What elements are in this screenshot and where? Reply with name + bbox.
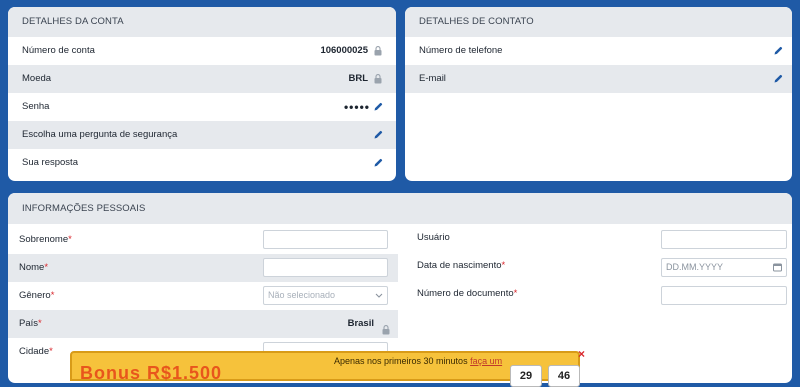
lock-icon: [372, 37, 384, 65]
lock-icon: [372, 65, 384, 93]
pencil-icon[interactable]: [772, 65, 784, 93]
city-label: Cidade: [19, 346, 50, 357]
pencil-icon[interactable]: [772, 37, 784, 65]
required-mark: *: [44, 262, 49, 273]
chevron-down-icon: [375, 287, 383, 310]
document-label: Número de documento: [417, 288, 514, 299]
promo-banner[interactable]: Bonus R$1.500 Apenas nos primeiros 30 mi…: [70, 351, 580, 387]
username-input[interactable]: [661, 230, 787, 249]
required-mark: *: [501, 260, 506, 271]
gender-select[interactable]: Não selecionado: [263, 286, 388, 305]
pencil-icon[interactable]: [372, 149, 384, 177]
account-number-label: Número de conta: [22, 45, 95, 56]
currency-row: Moeda BRL: [8, 65, 396, 93]
promo-link[interactable]: faça um: [470, 356, 502, 366]
email-row: E-mail: [405, 65, 792, 93]
phone-label: Número de telefone: [419, 45, 503, 56]
currency-value: BRL: [348, 73, 368, 84]
close-icon[interactable]: ×: [578, 347, 585, 361]
document-row: Número de documento*: [417, 280, 517, 308]
first-name-label: Nome: [19, 262, 45, 273]
gender-placeholder: Não selecionado: [268, 290, 336, 300]
birthdate-label: Data de nascimento: [417, 260, 502, 271]
required-mark: *: [38, 318, 42, 329]
country-row: País* Brasil: [8, 310, 398, 338]
pencil-icon[interactable]: [372, 93, 384, 121]
promo-headline: Bonus R$1.500: [80, 363, 223, 383]
country-value: Brasil: [347, 318, 374, 329]
password-label: Senha: [22, 101, 50, 112]
phone-row: Número de telefone: [405, 37, 792, 65]
first-name-input[interactable]: [263, 258, 388, 277]
promo-text: Apenas nos primeiros 30 minutos faça um: [334, 356, 502, 366]
password-row: Senha •••••: [8, 93, 396, 121]
surname-input[interactable]: [263, 230, 388, 249]
required-mark: *: [68, 234, 72, 245]
security-question-row: Escolha uma pergunta de segurança: [8, 121, 396, 149]
country-label: País: [19, 318, 39, 329]
username-row: Usuário: [417, 224, 450, 252]
calendar-icon[interactable]: [773, 259, 782, 282]
personal-info-title: INFORMAÇÕES PESSOAIS: [8, 193, 792, 224]
contact-details-panel: DETALHES DE CONTATO Número de telefone E…: [405, 7, 792, 181]
account-number-row: Número de conta 106000025: [8, 37, 396, 65]
username-label: Usuário: [417, 232, 450, 243]
promo-message: Apenas nos primeiros 30 minutos: [334, 356, 468, 366]
gender-label: Gênero: [19, 290, 51, 301]
surname-label: Sobrenome: [19, 234, 69, 245]
birthdate-row: Data de nascimento*: [417, 252, 505, 280]
birthdate-input[interactable]: DD.MM.YYYY: [661, 258, 787, 277]
required-mark: *: [513, 288, 518, 299]
timer-minutes: 29: [510, 365, 542, 387]
account-details-title: DETALHES DA CONTA: [8, 7, 396, 37]
account-details-panel: DETALHES DA CONTA Número de conta 106000…: [8, 7, 396, 181]
birthdate-placeholder: DD.MM.YYYY: [666, 262, 724, 272]
security-answer-row: Sua resposta: [8, 149, 396, 177]
account-number-value: 106000025: [320, 45, 368, 56]
security-question-label: Escolha uma pergunta de segurança: [22, 129, 178, 140]
email-label: E-mail: [419, 73, 446, 84]
contact-details-title: DETALHES DE CONTATO: [405, 7, 792, 37]
document-input[interactable]: [661, 286, 787, 305]
pencil-icon[interactable]: [372, 121, 384, 149]
required-mark: *: [50, 290, 55, 301]
timer-seconds: 46: [548, 365, 580, 387]
security-answer-label: Sua resposta: [22, 157, 78, 168]
required-mark: *: [49, 346, 53, 357]
currency-label: Moeda: [22, 73, 52, 84]
password-value: •••••: [343, 100, 370, 114]
